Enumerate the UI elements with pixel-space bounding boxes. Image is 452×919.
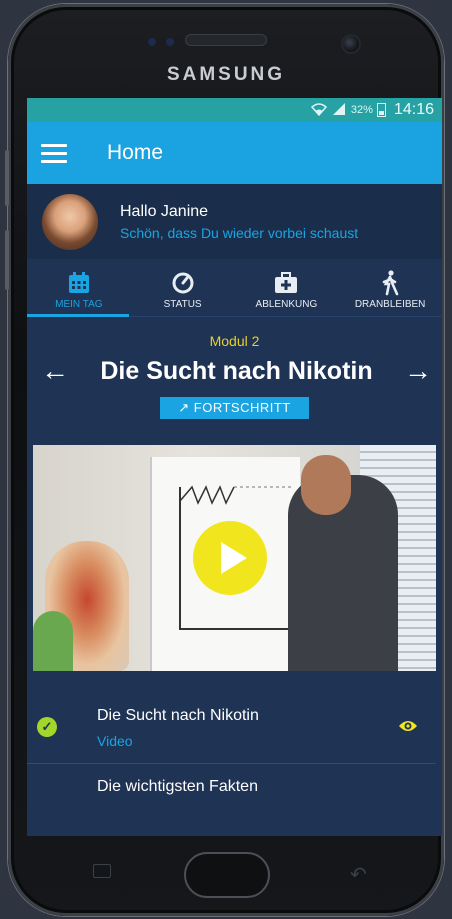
tab-ablenkung[interactable]: ABLENKUNG [235, 259, 339, 316]
app-bar-title: Home [107, 141, 164, 164]
first-aid-kit-icon [274, 270, 298, 296]
home-button[interactable] [184, 852, 270, 898]
battery-icon [376, 103, 386, 117]
front-camera [343, 36, 359, 52]
tab-bar: MEIN TAG STATUS ABLENKUNG DRANBLEIBEN [27, 259, 442, 317]
list-item-title: Die Sucht nach Nikotin [97, 707, 259, 724]
check-icon: ✓ [37, 717, 57, 737]
play-icon[interactable] [193, 521, 267, 595]
tab-label: DRANBLEIBEN [354, 299, 426, 310]
tab-dranbleiben[interactable]: DRANBLEIBEN [338, 259, 442, 316]
status-bar: 32% 14:16 [27, 98, 442, 122]
greeting-subtitle: Schön, dass Du wieder vorbei schaust [120, 224, 359, 241]
active-tab-indicator [27, 314, 129, 317]
wifi-icon [310, 102, 327, 119]
app-bar: Home [27, 122, 442, 184]
presenter-head [301, 455, 351, 515]
lesson-title: Die Sucht nach Nikotin [100, 356, 373, 385]
arrow-left-icon[interactable]: ← [41, 355, 69, 387]
tab-label: STATUS [163, 299, 202, 310]
device-brand: SAMSUNG [166, 64, 286, 85]
clock: 14:16 [393, 101, 434, 118]
gauge-icon [172, 270, 194, 296]
app-screen: 32% 14:16 Home Hallo Janine Schön, dass … [27, 98, 442, 836]
calendar-icon [68, 270, 90, 296]
module-section: Modul 2 ← Die Sucht nach Nikotin → ↗ FOR… [27, 317, 442, 419]
battery-percent: 32% [350, 104, 373, 116]
list-item-title[interactable]: Die wichtigsten Fakten [27, 764, 442, 796]
list-item[interactable]: ✓ Die Sucht nach Nikotin Video [27, 693, 436, 764]
tab-status[interactable]: STATUS [131, 259, 235, 316]
progress-button-label: FORTSCHRITT [193, 400, 291, 415]
recent-apps-icon[interactable] [93, 864, 111, 878]
trend-icon: ↗ [178, 400, 190, 415]
lesson-list: ✓ Die Sucht nach Nikotin Video Die wicht… [27, 693, 442, 796]
tab-mein-tag[interactable]: MEIN TAG [27, 259, 131, 316]
menu-icon[interactable] [41, 143, 67, 163]
module-label: Modul 2 [209, 333, 260, 349]
proximity-sensor [148, 38, 156, 46]
profile-header: Hallo Janine Schön, dass Du wieder vorbe… [27, 184, 442, 259]
signal-icon [331, 102, 347, 119]
arrow-right-icon[interactable]: → [404, 355, 432, 387]
volume-button [5, 150, 9, 206]
tab-label: MEIN TAG [55, 299, 103, 310]
video-player[interactable] [33, 445, 436, 671]
list-item-type: Video [97, 733, 133, 749]
power-button [5, 230, 9, 290]
light-sensor [166, 38, 174, 46]
greeting-text: Hallo Janine [120, 202, 209, 220]
eye-icon[interactable] [398, 719, 418, 738]
earpiece-speaker [185, 34, 267, 46]
avatar[interactable] [42, 193, 98, 250]
tab-label: ABLENKUNG [255, 299, 318, 310]
plant [33, 611, 73, 671]
back-icon[interactable]: ↶ [350, 862, 367, 887]
walking-person-icon [380, 270, 400, 296]
progress-button[interactable]: ↗ FORTSCHRITT [160, 397, 309, 419]
